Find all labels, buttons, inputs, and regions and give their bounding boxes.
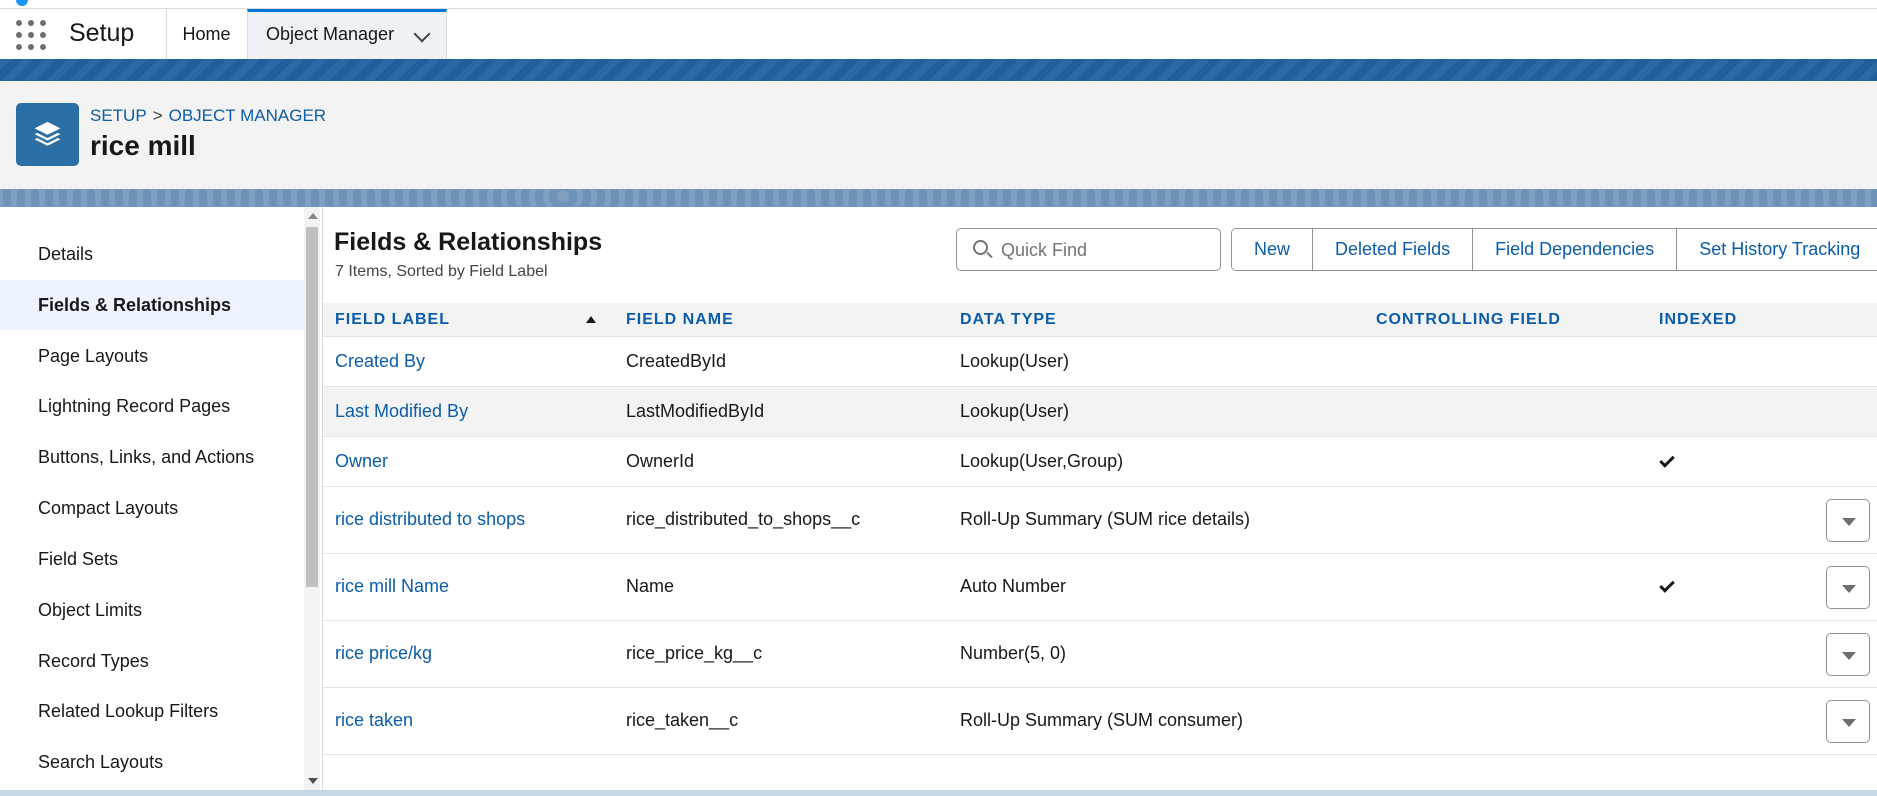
table-row: rice distributed to shops rice_distribut…	[323, 487, 1877, 554]
breadcrumb-object-manager[interactable]: OBJECT MANAGER	[169, 106, 326, 125]
caret-down-icon	[1842, 719, 1856, 727]
sidebar-item-buttons-links-actions[interactable]: Buttons, Links, and Actions	[0, 432, 305, 482]
scroll-down-arrow-icon[interactable]	[308, 778, 318, 784]
field-label-link[interactable]: rice mill Name	[335, 576, 449, 597]
data-type: Lookup(User)	[960, 401, 1070, 421]
deleted-fields-button[interactable]: Deleted Fields	[1312, 229, 1473, 270]
quick-find-box	[956, 228, 1221, 271]
quick-find-input[interactable]	[1001, 237, 1201, 263]
sidebar-item-page-layouts[interactable]: Page Layouts	[0, 331, 305, 381]
field-label-link[interactable]: rice taken	[335, 710, 413, 731]
tab-home[interactable]: Home	[166, 9, 247, 59]
sidebar-item-details[interactable]: Details	[0, 229, 305, 279]
global-nav: Setup Home Object Manager	[0, 9, 1877, 59]
table-header: FIELD LABEL FIELD NAME DATA TYPE CONTROL…	[323, 303, 1877, 337]
chevron-down-icon[interactable]	[413, 25, 431, 43]
field-label-link[interactable]: Owner	[335, 451, 388, 472]
table-row: rice price/kg rice_price_kg__c Number(5,…	[323, 621, 1877, 688]
row-actions-dropdown-button[interactable]	[1826, 499, 1870, 542]
indexed-checkmark-icon	[1659, 452, 1675, 468]
field-name: rice_taken__c	[626, 710, 739, 730]
column-header-field-name[interactable]: FIELD NAME	[626, 303, 734, 337]
section-title: Fields & Relationships	[334, 228, 603, 256]
sidebar-item-related-lookup-filters[interactable]: Related Lookup Filters	[0, 686, 305, 736]
top-strip	[0, 0, 1877, 9]
row-actions-dropdown-button[interactable]	[1826, 566, 1870, 609]
field-dependencies-button[interactable]: Field Dependencies	[1472, 229, 1677, 270]
field-name: CreatedById	[626, 351, 727, 371]
sidebar-item-search-layouts[interactable]: Search Layouts	[0, 737, 305, 787]
page-header: SETUP > OBJECT MANAGER rice mill	[0, 81, 1877, 189]
page-title: rice mill	[90, 130, 196, 161]
sidebar-item-fields-relationships[interactable]: Fields & Relationships	[0, 280, 305, 330]
table-row: rice taken rice_taken__c Roll-Up Summary…	[323, 688, 1877, 755]
caret-down-icon	[1842, 652, 1856, 660]
search-icon	[973, 240, 988, 255]
sidebar-item-compact-layouts[interactable]: Compact Layouts	[0, 483, 305, 533]
action-button-group: New Deleted Fields Field Dependencies Se…	[1231, 228, 1877, 271]
field-name: Name	[626, 576, 675, 596]
section-subtitle: 7 Items, Sorted by Field Label	[335, 263, 548, 280]
tab-object-manager[interactable]: Object Manager	[247, 9, 447, 59]
field-label-link[interactable]: rice price/kg	[335, 643, 432, 664]
app-launcher-icon[interactable]	[16, 20, 46, 50]
sidebar-item-field-sets[interactable]: Field Sets	[0, 534, 305, 584]
table-row: rice mill Name Name Auto Number	[323, 554, 1877, 621]
scrollbar-thumb[interactable]	[306, 227, 318, 587]
data-type: Lookup(User)	[960, 351, 1070, 371]
field-label-link[interactable]: rice distributed to shops	[335, 509, 525, 530]
decorative-band	[0, 189, 1877, 207]
column-header-field-label[interactable]: FIELD LABEL	[335, 303, 450, 337]
field-label-link[interactable]: Created By	[335, 351, 425, 372]
field-name: rice_distributed_to_shops__c	[626, 509, 861, 529]
app-name: Setup	[69, 19, 135, 47]
brand-band	[0, 59, 1877, 81]
table-row: Owner OwnerId Lookup(User,Group)	[323, 437, 1877, 487]
data-type: Number(5, 0)	[960, 643, 1067, 663]
column-header-data-type[interactable]: DATA TYPE	[960, 303, 1057, 337]
breadcrumb-setup[interactable]: SETUP	[90, 106, 147, 125]
sort-ascending-icon[interactable]	[586, 316, 596, 323]
table-row: Last Modified By LastModifiedById Lookup…	[323, 387, 1877, 437]
breadcrumb-separator: >	[152, 106, 163, 125]
new-button[interactable]: New	[1232, 229, 1313, 270]
tab-object-manager-label: Object Manager	[266, 24, 395, 44]
data-type: Lookup(User,Group)	[960, 451, 1124, 471]
bottom-border	[0, 790, 1877, 796]
set-history-tracking-button[interactable]: Set History Tracking	[1676, 229, 1877, 270]
indexed-checkmark-icon	[1659, 577, 1675, 593]
data-type: Roll-Up Summary (SUM rice details)	[960, 509, 1251, 529]
sidebar-scrollbar[interactable]	[304, 207, 320, 790]
table-row: Created By CreatedById Lookup(User)	[323, 338, 1877, 387]
column-header-controlling-field[interactable]: CONTROLLING FIELD	[1376, 303, 1561, 337]
sidebar-item-object-limits[interactable]: Object Limits	[0, 585, 305, 635]
caret-down-icon	[1842, 585, 1856, 593]
object-layers-icon	[16, 103, 79, 166]
sidebar-item-record-types[interactable]: Record Types	[0, 636, 305, 686]
column-header-indexed[interactable]: INDEXED	[1659, 303, 1737, 337]
field-name: LastModifiedById	[626, 401, 765, 421]
scroll-up-arrow-icon[interactable]	[308, 213, 318, 219]
sidebar-item-lightning-record-pages[interactable]: Lightning Record Pages	[0, 381, 305, 431]
fields-panel: Fields & Relationships 7 Items, Sorted b…	[323, 207, 1877, 790]
caret-down-icon	[1842, 518, 1856, 526]
field-name: rice_price_kg__c	[626, 643, 763, 663]
data-type: Roll-Up Summary (SUM consumer)	[960, 710, 1244, 730]
data-type: Auto Number	[960, 576, 1067, 596]
row-actions-dropdown-button[interactable]	[1826, 633, 1870, 676]
field-label-link[interactable]: Last Modified By	[335, 401, 468, 422]
sidebar: Details Fields & Relationships Page Layo…	[0, 207, 305, 790]
brand-dot	[16, 0, 28, 6]
row-actions-dropdown-button[interactable]	[1826, 700, 1870, 743]
breadcrumb: SETUP > OBJECT MANAGER	[90, 106, 326, 126]
field-name: OwnerId	[626, 451, 695, 471]
